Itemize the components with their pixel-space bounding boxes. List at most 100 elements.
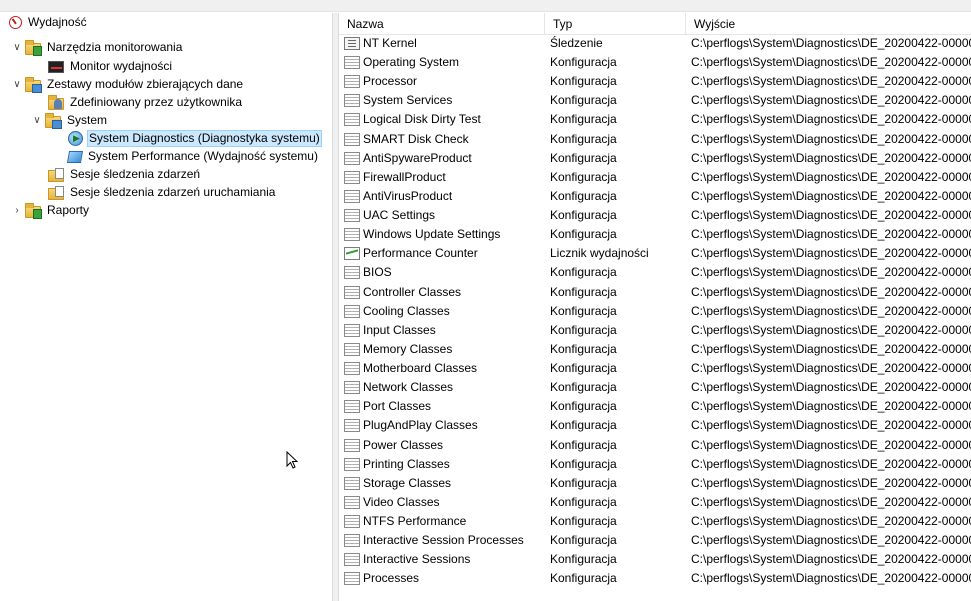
tree-item-user-defined[interactable]: Zdefiniowany przez użytkownika (48, 93, 244, 111)
row-name-text: Motherboard Classes (363, 361, 478, 376)
row-name-text: SMART Disk Check (363, 131, 469, 146)
cell-name: Cooling Classes (344, 302, 544, 321)
folder-traces-icon (48, 167, 64, 182)
cell-type: Konfiguracja (550, 208, 617, 223)
cell-type: Konfiguracja (550, 399, 617, 414)
table-row[interactable]: Memory Classes Konfiguracja C:\perflogs\Sy… (339, 340, 971, 359)
cell-type: Konfiguracja (550, 131, 617, 146)
table-row[interactable]: Interactive Sessions Konfiguracja C:\perfl… (339, 550, 971, 569)
tree-item-system-performance[interactable]: System Performance (Wydajność systemu) (66, 147, 320, 165)
tree-item-performance[interactable]: Wydajność (9, 13, 89, 31)
tree-item-event-trace-sessions[interactable]: Sesje śledzenia zdarzeń (48, 165, 202, 183)
config-icon (344, 572, 360, 586)
table-row[interactable]: Printing Classes Konfiguracja C:\perflogs\… (339, 455, 971, 474)
chevron-down-icon[interactable]: ∨ (11, 78, 23, 90)
row-name-text: BIOS (363, 265, 392, 280)
column-header-output[interactable]: Wyjście (686, 13, 971, 35)
table-row[interactable]: Port Classes Konfiguracja C:\perflogs\Syst… (339, 397, 971, 416)
table-row[interactable]: NTFS Performance Konfiguracja C:\perflogs\… (339, 512, 971, 531)
cell-name: FirewallProduct (344, 168, 544, 187)
config-icon (344, 457, 360, 471)
cell-output: C:\perflogs\System\Diagnostics\DE_202004… (691, 533, 971, 548)
row-name-text: FirewallProduct (363, 169, 446, 184)
data-collector-set-icon (66, 151, 84, 163)
cell-type: Konfiguracja (550, 380, 617, 395)
table-row[interactable]: Windows Update Settings Konfiguracja C:\pe… (339, 225, 971, 244)
cell-type: Konfiguracja (550, 227, 617, 242)
config-icon (344, 304, 360, 318)
table-row[interactable]: Power Classes Konfiguracja C:\perflogs\Sys… (339, 436, 971, 455)
tree-item-performance-monitor[interactable]: Monitor wydajności (48, 57, 174, 75)
table-row[interactable]: Processes Konfiguracja C:\perflogs\System\… (339, 569, 971, 588)
cell-name: AntiVirusProduct (344, 187, 544, 206)
tree-item-monitoring-tools[interactable]: ∨ Narzędzia monitorowania (11, 38, 184, 56)
cell-name: Network Classes (344, 378, 544, 397)
tree-item-data-collector-sets[interactable]: ∨ Zestawy modułów zbierających dane (11, 75, 245, 93)
cell-name: Logical Disk Dirty Test (344, 110, 544, 129)
cell-name: Video Classes (344, 493, 544, 512)
table-row[interactable]: Network Classes Konfiguracja C:\perflogs\S… (339, 378, 971, 397)
cell-output: C:\perflogs\System\Diagnostics\DE_202004… (691, 169, 971, 184)
cell-name: UAC Settings (344, 206, 544, 225)
cell-output: C:\perflogs\System\Diagnostics\DE_202004… (691, 552, 971, 567)
cell-name: Interactive Session Processes (344, 531, 544, 550)
tree-item-system-diagnostics[interactable]: System Diagnostics (Diagnostyka systemu) (68, 129, 322, 147)
cell-type: Konfiguracja (550, 571, 617, 586)
cell-output: C:\perflogs\System\Diagnostics\DE_202004… (691, 418, 971, 433)
tree-item-system[interactable]: ∨ System (31, 111, 109, 129)
table-row[interactable]: Processor Konfiguracja C:\perflogs\System\… (339, 72, 971, 91)
cell-type: Konfiguracja (550, 188, 617, 203)
config-icon (344, 56, 360, 70)
navigation-tree[interactable]: Wydajność ∨ Narzędzia monitorowania Moni… (0, 13, 332, 601)
table-row[interactable]: Logical Disk Dirty Test Konfiguracja C:\pe… (339, 110, 971, 129)
config-icon (344, 553, 360, 567)
table-row[interactable]: BIOS Konfiguracja C:\perflogs\System\Diagn… (339, 263, 971, 282)
cell-name: PlugAndPlay Classes (344, 416, 544, 435)
row-name-text: Operating System (363, 55, 460, 70)
tree-label: Zdefiniowany przez użytkownika (70, 94, 243, 109)
row-name-text: Memory Classes (363, 341, 453, 356)
cell-output: C:\perflogs\System\Diagnostics\DE_202004… (691, 150, 971, 165)
cell-name: Processes (344, 569, 544, 588)
table-row[interactable]: FirewallProduct Konfiguracja C:\perflogs\S… (339, 168, 971, 187)
cell-name: NTFS Performance (344, 512, 544, 531)
cell-type: Konfiguracja (550, 514, 617, 528)
table-row[interactable]: Interactive Session Processes Konfiguracj… (339, 531, 971, 550)
chevron-right-icon[interactable]: › (11, 204, 23, 216)
table-row[interactable]: PlugAndPlay Classes Konfiguracja C:\perflo… (339, 416, 971, 435)
tree-item-reports[interactable]: › Raporty (11, 201, 91, 219)
table-row[interactable]: Motherboard Classes Konfiguracja C:\perflo… (339, 359, 971, 378)
table-row[interactable]: Operating System Konfiguracja C:\perflogs\… (339, 53, 971, 72)
tree-label: Monitor wydajności (70, 58, 173, 73)
cell-type: Konfiguracja (550, 418, 617, 433)
cell-name: Operating System (344, 53, 544, 72)
table-row[interactable]: AntiSpywareProduct Konfiguracja C:\perflog… (339, 149, 971, 168)
column-header-type[interactable]: Typ (545, 13, 686, 35)
cell-output: C:\perflogs\System\Diagnostics\DE_202004… (691, 361, 971, 376)
cell-name: BIOS (344, 263, 544, 282)
pane-splitter[interactable] (332, 13, 339, 601)
column-header-name[interactable]: Nazwa (339, 13, 545, 35)
cell-output: C:\perflogs\System\Diagnostics\DE_202004… (691, 112, 971, 127)
table-row[interactable]: System Services Konfiguracja C:\perflogs\S… (339, 91, 971, 110)
config-icon (344, 362, 360, 376)
cell-type: Konfiguracja (550, 494, 617, 509)
table-row[interactable]: AntiVirusProduct Konfiguracja C:\perflogs\… (339, 187, 971, 206)
table-row[interactable]: NT Kernel Śledzenie C:\perflogs\System\Dia… (339, 34, 971, 53)
cell-output: C:\perflogs\System\Diagnostics\DE_202004… (691, 188, 971, 203)
table-row[interactable]: SMART Disk Check Konfiguracja C:\perflogs\… (339, 130, 971, 149)
details-list[interactable]: Nazwa Typ Wyjście NT Kernel Śledzenie C:\p… (339, 13, 971, 601)
table-row[interactable]: Performance Counter Licznik wydajności C:\… (339, 244, 971, 263)
table-row[interactable]: Controller Classes Konfiguracja C:\perflog… (339, 283, 971, 302)
table-row[interactable]: Input Classes Konfiguracja C:\perflogs\Sys… (339, 321, 971, 340)
chevron-down-icon[interactable]: ∨ (31, 114, 43, 126)
tree-item-startup-event-trace-sessions[interactable]: Sesje śledzenia zdarzeń uruchamiania (48, 183, 277, 201)
chevron-down-icon[interactable]: ∨ (11, 41, 23, 53)
cell-type: Konfiguracja (550, 112, 617, 127)
table-row[interactable]: Storage Classes Konfiguracja C:\perflogs\S… (339, 474, 971, 493)
config-icon (344, 534, 360, 548)
cell-output: C:\perflogs\System\Diagnostics\DE_202004… (691, 93, 971, 108)
table-row[interactable]: Cooling Classes Konfiguracja C:\perflogs\S… (339, 302, 971, 321)
table-row[interactable]: UAC Settings Konfiguracja C:\perflogs\Syst… (339, 206, 971, 225)
table-row[interactable]: Video Classes Konfiguracja C:\perflogs\Sys… (339, 493, 971, 512)
